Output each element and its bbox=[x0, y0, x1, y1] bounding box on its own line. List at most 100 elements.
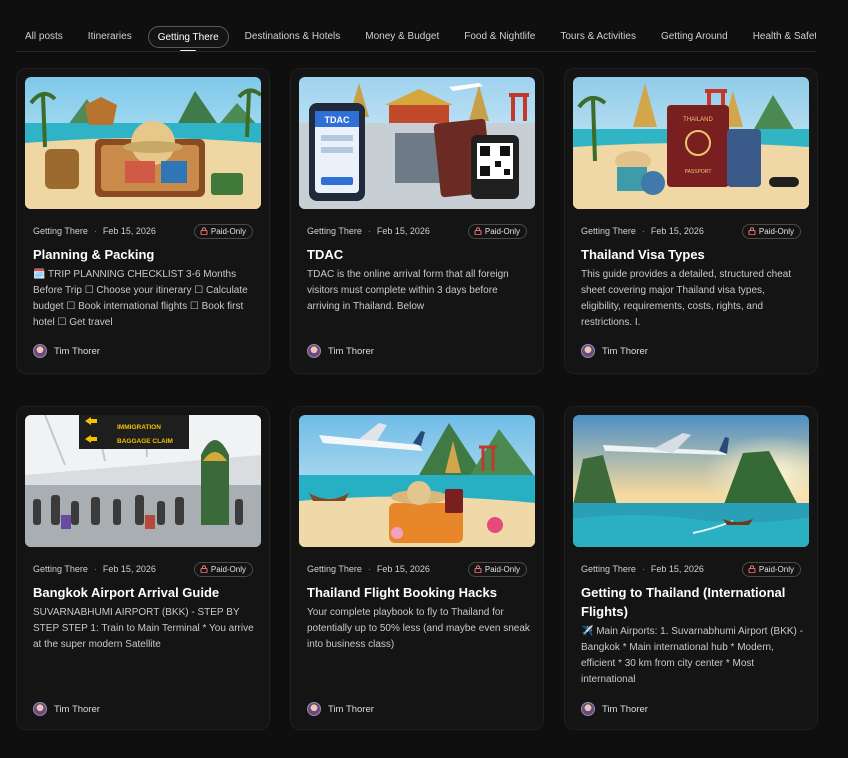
paid-only-badge: Paid-Only bbox=[741, 561, 801, 577]
post-author[interactable]: Tim Thorer bbox=[33, 344, 100, 358]
tab-health-safety[interactable]: Health & Safety bbox=[744, 26, 816, 48]
meta-separator: · bbox=[93, 564, 97, 574]
meta-separator: · bbox=[93, 226, 97, 236]
post-excerpt: TDAC is the online arrival form that all… bbox=[307, 269, 509, 312]
author-name: Tim Thorer bbox=[602, 703, 648, 715]
post-thumbnail[interactable]: IMMIGRATION BAGGAGE CLAIM bbox=[25, 415, 261, 547]
author-name: Tim Thorer bbox=[54, 345, 100, 357]
category-tabs: All posts Itineraries Getting There Dest… bbox=[16, 22, 816, 52]
post-category[interactable]: Getting There bbox=[581, 226, 636, 236]
avatar bbox=[33, 344, 47, 358]
post-date: Feb 15, 2026 bbox=[376, 226, 430, 236]
post-date: Feb 15, 2026 bbox=[650, 226, 704, 236]
visa-illustration: THAILAND PASSPORT bbox=[573, 77, 809, 209]
lock-icon bbox=[200, 565, 208, 573]
tab-all-posts[interactable]: All posts bbox=[16, 26, 72, 48]
post-thumbnail[interactable] bbox=[25, 77, 261, 209]
paid-only-badge: Paid-Only bbox=[741, 223, 801, 239]
post-title[interactable]: Getting to Thailand (International Fligh… bbox=[581, 583, 805, 621]
meta-separator: · bbox=[641, 226, 645, 236]
post-card[interactable]: Getting There · Feb 15, 2026 Paid-Only G… bbox=[564, 406, 818, 730]
post-excerpt: Your complete playbook to fly to Thailan… bbox=[307, 607, 530, 650]
post-title[interactable]: Planning & Packing bbox=[33, 245, 257, 264]
post-author[interactable]: Tim Thorer bbox=[581, 702, 648, 716]
post-category[interactable]: Getting There bbox=[581, 564, 636, 574]
tdac-illustration: TDAC bbox=[299, 77, 535, 209]
lock-icon bbox=[474, 565, 482, 573]
tab-getting-around[interactable]: Getting Around bbox=[652, 26, 737, 48]
baggage-sign-label: BAGGAGE CLAIM bbox=[117, 438, 173, 445]
flight-hacks-illustration bbox=[299, 415, 535, 547]
tab-getting-there[interactable]: Getting There bbox=[147, 25, 229, 48]
paid-only-badge: Paid-Only bbox=[467, 223, 527, 239]
post-category[interactable]: Getting There bbox=[307, 564, 362, 574]
airport-illustration: IMMIGRATION BAGGAGE CLAIM bbox=[25, 415, 261, 547]
post-meta: Getting There · Feb 15, 2026 Paid-Only bbox=[33, 561, 253, 577]
post-thumbnail[interactable]: TDAC bbox=[299, 77, 535, 209]
author-name: Tim Thorer bbox=[328, 345, 374, 357]
post-date: Feb 15, 2026 bbox=[650, 564, 704, 574]
passport-country-label: THAILAND bbox=[683, 117, 713, 123]
post-category[interactable]: Getting There bbox=[307, 226, 362, 236]
avatar bbox=[581, 344, 595, 358]
lock-icon bbox=[748, 227, 756, 235]
post-meta: Getting There · Feb 15, 2026 Paid-Only bbox=[307, 561, 527, 577]
post-excerpt: This guide provides a detailed, structur… bbox=[581, 269, 792, 328]
meta-separator: · bbox=[641, 564, 645, 574]
post-date: Feb 15, 2026 bbox=[102, 226, 156, 236]
post-card[interactable]: Getting There · Feb 15, 2026 Paid-Only P… bbox=[16, 68, 270, 374]
badge-label: Paid-Only bbox=[210, 226, 246, 236]
post-category[interactable]: Getting There bbox=[33, 564, 88, 574]
tab-tours-activities[interactable]: Tours & Activities bbox=[551, 26, 645, 48]
post-title[interactable]: Thailand Flight Booking Hacks bbox=[307, 583, 531, 602]
post-meta: Getting There · Feb 15, 2026 Paid-Only bbox=[581, 561, 801, 577]
post-card[interactable]: TDAC Getting There · Feb 15, 2026 Paid-O… bbox=[290, 68, 544, 374]
badge-label: Paid-Only bbox=[210, 564, 246, 574]
post-thumbnail[interactable] bbox=[573, 415, 809, 547]
author-name: Tim Thorer bbox=[602, 345, 648, 357]
badge-label: Paid-Only bbox=[484, 226, 520, 236]
post-thumbnail[interactable] bbox=[299, 415, 535, 547]
post-author[interactable]: Tim Thorer bbox=[581, 344, 648, 358]
immigration-sign-label: IMMIGRATION bbox=[117, 424, 161, 431]
author-name: Tim Thorer bbox=[54, 703, 100, 715]
post-card[interactable]: Getting There · Feb 15, 2026 Paid-Only T… bbox=[290, 406, 544, 730]
badge-label: Paid-Only bbox=[758, 226, 794, 236]
tab-money-budget[interactable]: Money & Budget bbox=[356, 26, 448, 48]
passport-label: PASSPORT bbox=[685, 169, 712, 175]
author-name: Tim Thorer bbox=[328, 703, 374, 715]
post-title[interactable]: Thailand Visa Types bbox=[581, 245, 805, 264]
badge-label: Paid-Only bbox=[484, 564, 520, 574]
tdac-phone-label: TDAC bbox=[325, 115, 350, 125]
post-excerpt: SUVARNABHUMI AIRPORT (BKK) - STEP BY STE… bbox=[33, 607, 254, 650]
post-excerpt: ✈️ Main Airports: 1. Suvarnabhumi Airpor… bbox=[581, 626, 803, 685]
avatar bbox=[307, 702, 321, 716]
badge-label: Paid-Only bbox=[758, 564, 794, 574]
avatar bbox=[307, 344, 321, 358]
post-excerpt: 🗓️ TRIP PLANNING CHECKLIST 3-6 Months Be… bbox=[33, 269, 248, 328]
avatar bbox=[33, 702, 47, 716]
paid-only-badge: Paid-Only bbox=[467, 561, 527, 577]
tab-itineraries[interactable]: Itineraries bbox=[79, 26, 141, 48]
post-title[interactable]: Bangkok Airport Arrival Guide bbox=[33, 583, 257, 602]
post-thumbnail[interactable]: THAILAND PASSPORT bbox=[573, 77, 809, 209]
tab-food-nightlife[interactable]: Food & Nightlife bbox=[455, 26, 544, 48]
lock-icon bbox=[474, 227, 482, 235]
lock-icon bbox=[748, 565, 756, 573]
tab-destinations-hotels[interactable]: Destinations & Hotels bbox=[236, 26, 350, 48]
post-meta: Getting There · Feb 15, 2026 Paid-Only bbox=[307, 223, 527, 239]
meta-separator: · bbox=[367, 226, 371, 236]
meta-separator: · bbox=[367, 564, 371, 574]
post-author[interactable]: Tim Thorer bbox=[33, 702, 100, 716]
post-meta: Getting There · Feb 15, 2026 Paid-Only bbox=[581, 223, 801, 239]
lock-icon bbox=[200, 227, 208, 235]
post-author[interactable]: Tim Thorer bbox=[307, 344, 374, 358]
post-meta: Getting There · Feb 15, 2026 Paid-Only bbox=[33, 223, 253, 239]
post-date: Feb 15, 2026 bbox=[376, 564, 430, 574]
post-category[interactable]: Getting There bbox=[33, 226, 88, 236]
packing-illustration bbox=[25, 77, 261, 209]
post-title[interactable]: TDAC bbox=[307, 245, 531, 264]
post-author[interactable]: Tim Thorer bbox=[307, 702, 374, 716]
post-card[interactable]: THAILAND PASSPORT Getting There · Feb 15… bbox=[564, 68, 818, 374]
post-card[interactable]: IMMIGRATION BAGGAGE CLAIM Getting There … bbox=[16, 406, 270, 730]
